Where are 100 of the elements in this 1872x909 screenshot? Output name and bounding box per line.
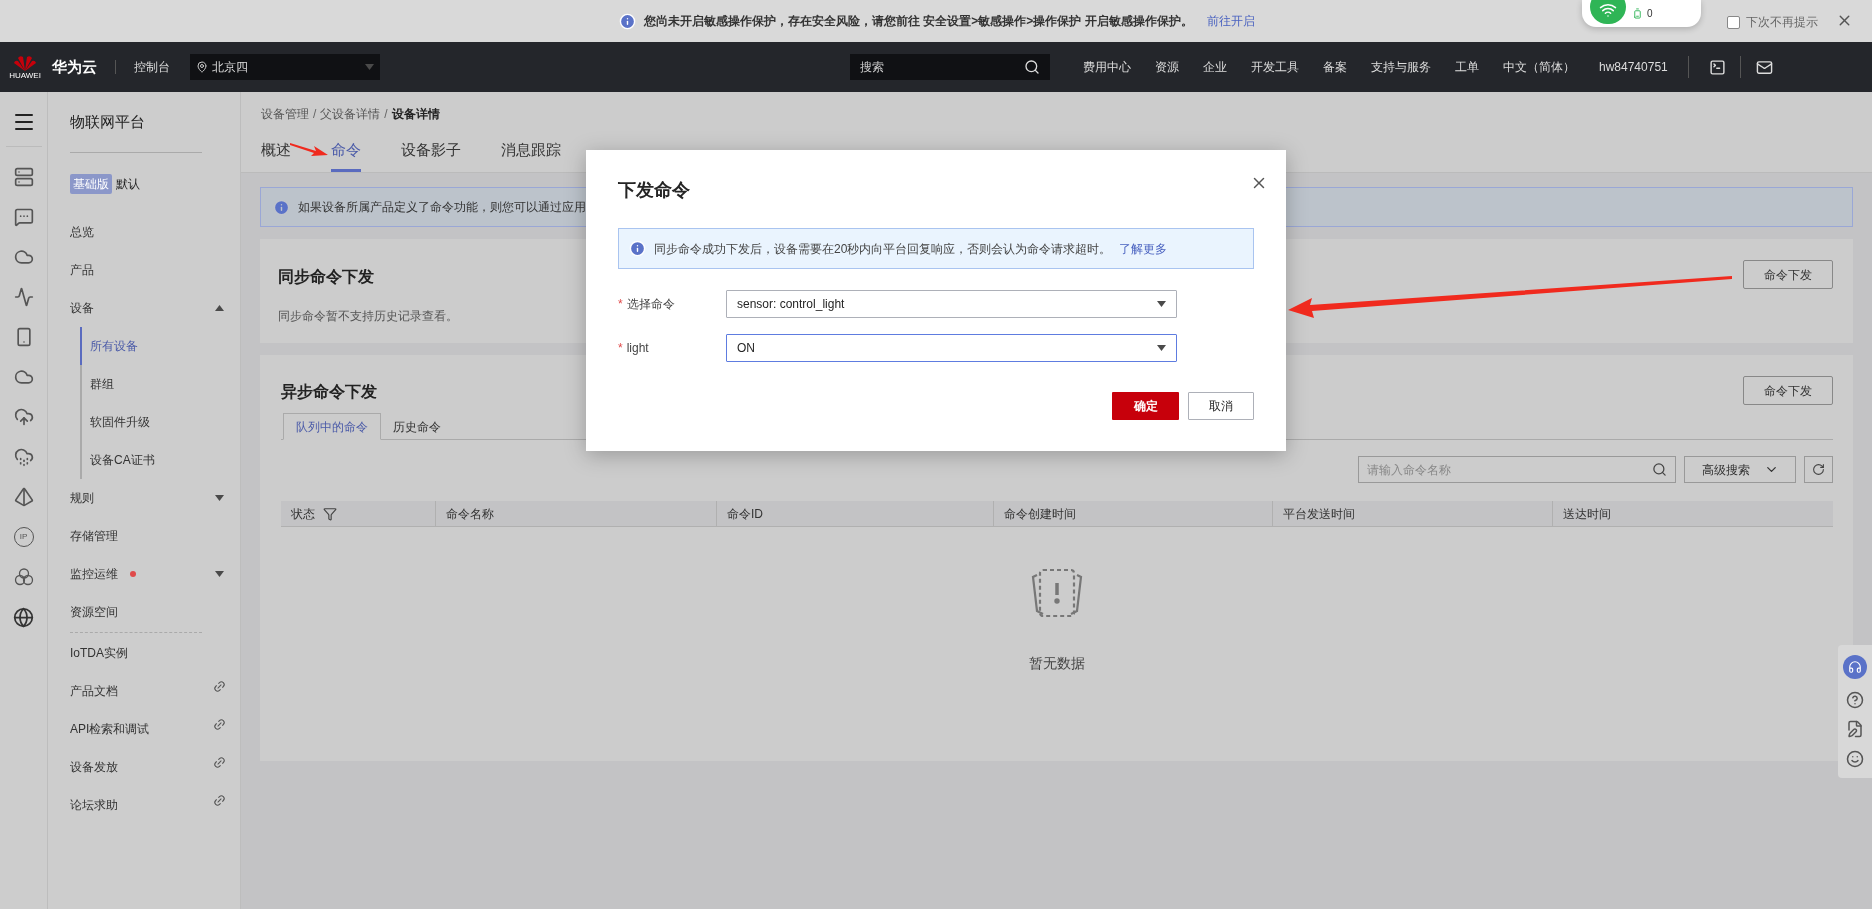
wave-icon[interactable] [13, 287, 34, 307]
empty-icon [1031, 567, 1083, 619]
brand-name[interactable]: 华为云 [52, 55, 97, 79]
edit-icon[interactable] [1846, 720, 1864, 739]
dialog-title: 下发命令 [618, 179, 690, 202]
sidebar-subitem[interactable]: 设备CA证书 [80, 441, 226, 479]
chat-icon[interactable] [13, 207, 34, 227]
search-icon [1024, 59, 1040, 75]
help-icon[interactable] [1846, 690, 1864, 709]
command-select[interactable]: sensor: control_light [726, 290, 1177, 318]
sidebar-item[interactable]: 资源空间 [70, 603, 118, 621]
circles-icon[interactable] [13, 567, 34, 587]
confirm-button[interactable]: 确定 [1112, 392, 1179, 420]
required-mark: * [618, 296, 623, 313]
header-link[interactable]: 企业 [1203, 58, 1227, 76]
battery-icon [1632, 8, 1643, 19]
header-link[interactable]: 支持与服务 [1371, 58, 1431, 76]
header-link[interactable]: 资源 [1155, 58, 1179, 76]
field-label: 选择命令 [626, 296, 675, 313]
support-icon[interactable] [1843, 654, 1867, 679]
notice-text: 同步命令成功下发后，设备需要在20秒内向平台回复响应，否则会认为命令请求超时。 [654, 240, 1112, 258]
field-label: light [626, 340, 649, 357]
sidebar-item[interactable]: 设备 [70, 299, 94, 317]
location-icon [196, 61, 208, 73]
column-header: 命令创建时间 [1004, 505, 1076, 523]
caret-icon [1157, 301, 1166, 307]
breadcrumb-item[interactable]: 设备管理 [261, 105, 309, 123]
header-link[interactable]: hw84740751 [1599, 58, 1668, 76]
required-mark: * [618, 340, 623, 357]
refresh-icon [1812, 463, 1825, 476]
logo[interactable]: HUAWEI [10, 54, 40, 80]
section-title: 异步命令下发 [281, 382, 377, 402]
server-icon[interactable] [13, 167, 34, 187]
sidebar-item[interactable]: 规则 [70, 489, 94, 507]
send-command-button[interactable]: 命令下发 [1743, 260, 1833, 289]
column-header: 送达时间 [1563, 505, 1611, 523]
edition-badge: 基础版 [70, 174, 112, 194]
refresh-button[interactable] [1804, 456, 1833, 483]
info-icon [273, 198, 290, 216]
caret-icon [365, 64, 374, 70]
sidebar-title: 物联网平台 [70, 111, 145, 132]
sidebar-item[interactable]: 总览 [70, 223, 94, 241]
subtab[interactable]: 队列中的命令 [283, 413, 381, 440]
region-select[interactable]: 北京四 [190, 54, 380, 80]
pyramid-icon[interactable] [13, 487, 34, 507]
column-header: 状态 [291, 505, 315, 523]
breadcrumb-item[interactable]: 父设备详情 [320, 105, 381, 123]
cloud-icon[interactable] [13, 447, 34, 467]
column-header: 命令ID [727, 505, 763, 523]
sidebar-item[interactable]: 存储管理 [70, 527, 118, 545]
header-link[interactable]: 中文（简体） [1503, 58, 1575, 76]
empty-text: 暂无数据 [1029, 654, 1085, 673]
learn-more-link[interactable]: 了解更多 [1119, 239, 1168, 258]
cancel-button[interactable]: 取消 [1188, 392, 1254, 420]
caret-icon [1157, 345, 1166, 351]
globe-icon[interactable] [13, 607, 34, 628]
sidebar-item[interactable]: 产品 [70, 261, 94, 279]
sidebar-subitem[interactable]: 群组 [80, 365, 226, 403]
sidebar-item[interactable]: 设备发放 [70, 758, 118, 776]
sidebar-item[interactable]: 论坛求助 [70, 796, 118, 814]
tab[interactable]: 设备影子 [401, 136, 461, 172]
tab[interactable]: 命令 [331, 136, 361, 172]
subtab[interactable]: 历史命令 [381, 413, 453, 440]
command-select[interactable]: ON [726, 334, 1177, 362]
column-header: 平台发送时间 [1283, 505, 1355, 523]
sidebar-item[interactable]: IoTDA实例 [70, 644, 128, 662]
advanced-search-button[interactable]: 高级搜索 [1684, 456, 1796, 483]
breadcrumb-separator: / [384, 106, 388, 123]
sidebar-subitem[interactable]: 所有设备 [80, 327, 226, 365]
header-link[interactable]: 开发工具 [1251, 58, 1299, 76]
header-link[interactable]: 备案 [1323, 58, 1347, 76]
console-link[interactable]: 控制台 [134, 58, 170, 76]
cloud-icon[interactable] [13, 367, 34, 387]
sidebar-item[interactable]: 监控运维 [70, 565, 118, 583]
header-link[interactable]: 工单 [1455, 58, 1479, 76]
info-icon [619, 12, 636, 30]
sidebar-item[interactable]: API检索和调试 [70, 720, 150, 738]
mail-icon[interactable] [1755, 58, 1773, 76]
cloud-upload-icon[interactable] [13, 407, 34, 427]
smile-icon[interactable] [1846, 750, 1864, 769]
sidebar-subitem[interactable]: 软固件升级 [80, 403, 226, 441]
section-title: 同步命令下发 [278, 267, 375, 287]
terminal-icon[interactable] [1708, 58, 1726, 76]
cloud-icon[interactable] [13, 247, 34, 267]
send-command-button[interactable]: 命令下发 [1743, 376, 1833, 405]
breadcrumb-item: 设备详情 [391, 106, 440, 123]
battery-reading: 0 [1647, 7, 1653, 21]
enable-link[interactable]: 前往开启 [1206, 12, 1255, 30]
tab[interactable]: 消息跟踪 [501, 136, 561, 172]
section-note: 同步命令暂不支持历史记录查看。 [278, 308, 458, 325]
checkbox[interactable] [1727, 15, 1740, 29]
flower-icon [14, 54, 36, 71]
tab[interactable]: 概述 [261, 136, 291, 172]
filter-icon[interactable] [323, 506, 337, 521]
edition-label: 默认 [116, 176, 140, 193]
sidebar-item[interactable]: 产品文档 [70, 682, 118, 700]
breadcrumb-separator: / [313, 106, 317, 123]
arrow [290, 141, 328, 159]
search-field[interactable]: 搜索 [850, 54, 1050, 80]
header-link[interactable]: 费用中心 [1083, 58, 1131, 76]
